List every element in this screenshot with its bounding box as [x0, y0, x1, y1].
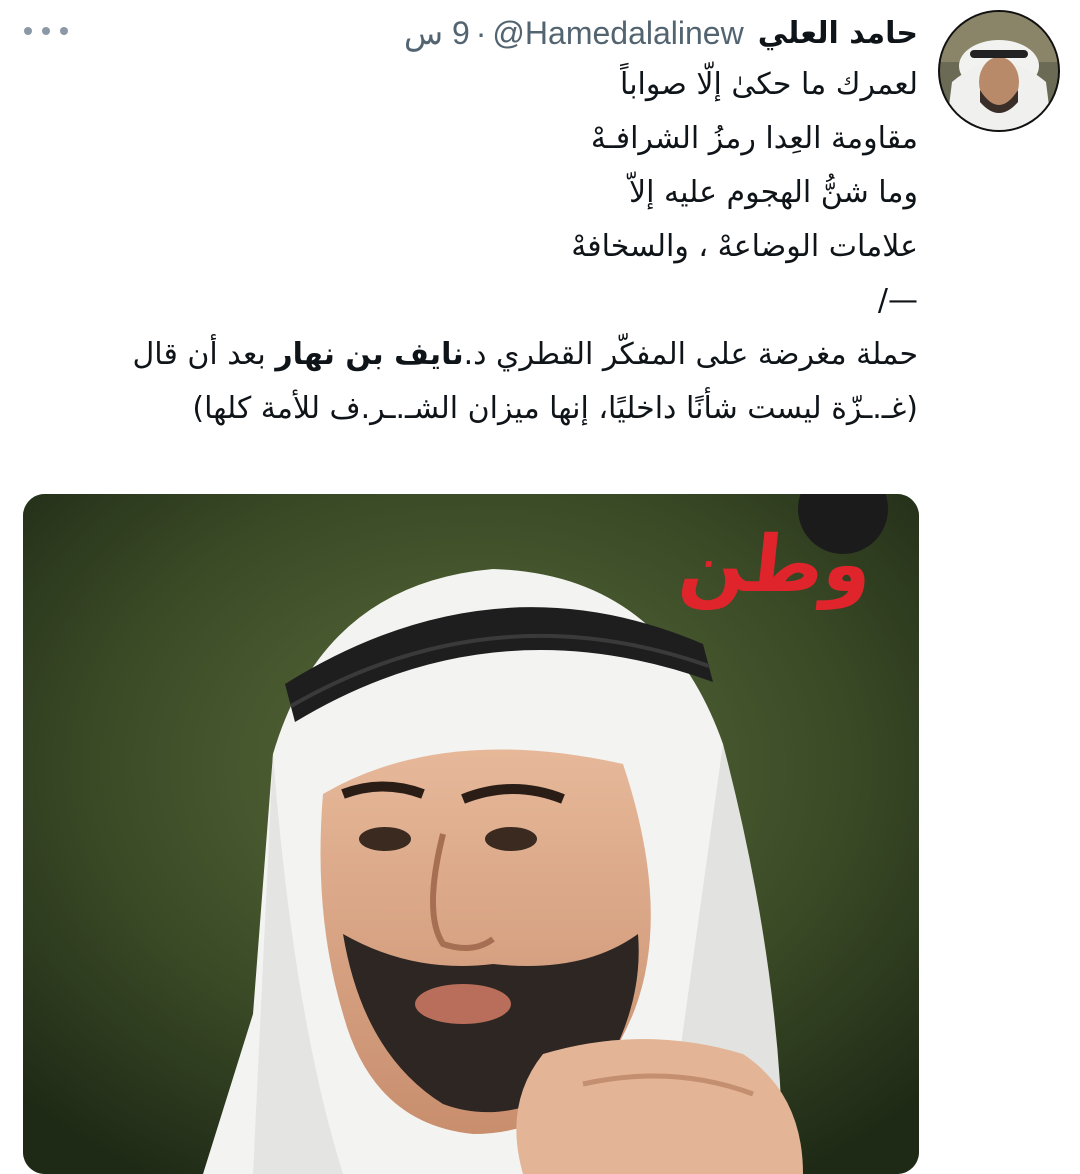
tweet-header: حامد العلي @Hamedalalinew · 9 س	[404, 8, 918, 58]
separator-dot: ·	[475, 14, 487, 51]
user-handle[interactable]: @Hamedalalinew	[492, 15, 743, 52]
poem-line-4: علامات الوضاعهْ ، والسخافهْ	[571, 229, 918, 264]
avatar-photo	[940, 12, 1058, 130]
prose-before: حملة مغرضة على المفكّر القطري د.	[463, 337, 918, 372]
poem-line-3: وما شنُّ الهجوم عليه إلاّ	[629, 175, 918, 210]
avatar[interactable]	[940, 12, 1058, 130]
display-name[interactable]: حامد العلي	[758, 16, 918, 51]
poem-line-2: مقاومة العِدا رمزُ الشرافـهْ	[590, 121, 918, 156]
more-options-icon[interactable]	[24, 18, 68, 44]
poem-line-1: لعمرك ما حكىٰ إلّا صواباً	[620, 67, 918, 102]
prose-bold-name: نايف بن نهار	[275, 337, 464, 372]
timestamp[interactable]: 9 س	[404, 14, 470, 52]
prose-paragraph: حملة مغرضة على المفكّر القطري د.نايف بن …	[58, 328, 919, 436]
tweet-card[interactable]: حامد العلي @Hamedalalinew · 9 س لعمرك ما…	[0, 0, 1080, 1174]
tweet-text: لعمرك ما حكىٰ إلّا صواباً مقاومة العِدا …	[58, 58, 919, 436]
media-watermark-logo: وطن	[675, 520, 877, 610]
divider-line: —/	[877, 283, 918, 318]
